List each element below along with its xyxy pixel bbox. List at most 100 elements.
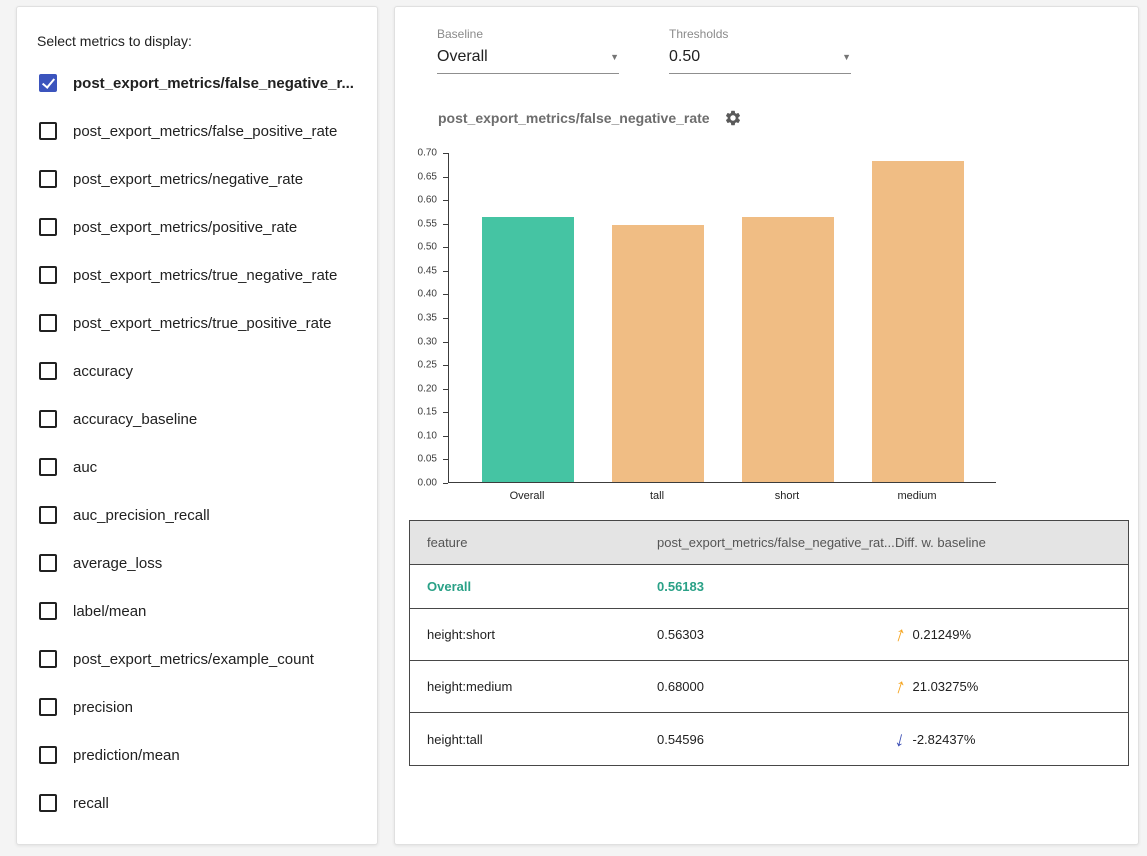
plot-area bbox=[448, 153, 996, 483]
table-row: Overall 0.56183 bbox=[410, 565, 1128, 609]
feature-cell: height:tall bbox=[410, 732, 657, 747]
y-tick-label: 0.00 bbox=[418, 478, 437, 489]
y-tick-label: 0.70 bbox=[418, 148, 437, 159]
y-tick-label: 0.05 bbox=[418, 454, 437, 465]
metric-list-item[interactable]: average_loss bbox=[33, 539, 361, 587]
y-tick-label: 0.45 bbox=[418, 265, 437, 276]
y-tick-label: 0.10 bbox=[418, 430, 437, 441]
metric-label: post_export_metrics/true_negative_rate bbox=[73, 267, 337, 284]
chart-title: post_export_metrics/false_negative_rate bbox=[438, 110, 710, 126]
metric-checkbox[interactable] bbox=[39, 218, 57, 236]
y-tick-label: 0.30 bbox=[418, 336, 437, 347]
metric-list-item[interactable]: post_export_metrics/false_negative_r... bbox=[33, 59, 361, 107]
table-row: height:medium 0.68000 ↑ 21.03275% bbox=[410, 661, 1128, 713]
metric-label: post_export_metrics/false_negative_r... bbox=[73, 75, 354, 92]
metric-list-item[interactable]: precision bbox=[33, 683, 361, 731]
metric-label: prediction/mean bbox=[73, 747, 180, 764]
metric-list-item[interactable]: prediction/mean bbox=[33, 731, 361, 779]
chevron-down-icon: ▼ bbox=[610, 52, 619, 62]
diff-value: 21.03275% bbox=[913, 679, 979, 694]
y-tick-label: 0.25 bbox=[418, 360, 437, 371]
metric-label: post_export_metrics/true_positive_rate bbox=[73, 315, 331, 332]
bar-chart: 0.000.050.100.150.200.250.300.350.400.45… bbox=[395, 153, 1035, 515]
baseline-select[interactable]: Baseline Overall ▼ bbox=[437, 27, 619, 74]
y-tick-label: 0.20 bbox=[418, 383, 437, 394]
metric-checkbox[interactable] bbox=[39, 698, 57, 716]
metric-checkbox[interactable] bbox=[39, 458, 57, 476]
gear-icon[interactable] bbox=[724, 109, 742, 127]
y-tick-label: 0.60 bbox=[418, 195, 437, 206]
metric-list-item[interactable]: label/mean bbox=[33, 587, 361, 635]
metric-checkbox[interactable] bbox=[39, 122, 57, 140]
table-row: height:short 0.56303 ↑ 0.21249% bbox=[410, 609, 1128, 661]
bar-short[interactable] bbox=[742, 217, 834, 482]
value-cell: 0.68000 bbox=[657, 679, 895, 694]
x-tick-label: Overall bbox=[510, 490, 545, 502]
metric-label: accuracy bbox=[73, 363, 133, 380]
baseline-select-label: Baseline bbox=[437, 27, 619, 41]
bar-medium[interactable] bbox=[872, 161, 964, 482]
x-tick-label: short bbox=[775, 490, 799, 502]
trend-up-icon: ↑ bbox=[892, 623, 908, 646]
metric-label: post_export_metrics/example_count bbox=[73, 651, 314, 668]
y-tick-label: 0.50 bbox=[418, 242, 437, 253]
metric-list-item[interactable]: accuracy_baseline bbox=[33, 395, 361, 443]
metric-label: post_export_metrics/negative_rate bbox=[73, 171, 303, 188]
metric-label: accuracy_baseline bbox=[73, 411, 197, 428]
table-header-row: feature post_export_metrics/false_negati… bbox=[410, 521, 1128, 565]
y-tick-label: 0.55 bbox=[418, 218, 437, 229]
metric-checkbox[interactable] bbox=[39, 794, 57, 812]
metrics-table: feature post_export_metrics/false_negati… bbox=[409, 520, 1129, 766]
metric-checkbox[interactable] bbox=[39, 554, 57, 572]
value-cell: 0.54596 bbox=[657, 732, 895, 747]
trend-up-icon: ↑ bbox=[892, 675, 908, 698]
results-panel: Baseline Overall ▼ Thresholds 0.50 ▼ pos… bbox=[394, 6, 1139, 845]
thresholds-select[interactable]: Thresholds 0.50 ▼ bbox=[669, 27, 851, 74]
metric-label: auc bbox=[73, 459, 97, 476]
metric-checkbox[interactable] bbox=[39, 362, 57, 380]
y-tick-label: 0.15 bbox=[418, 407, 437, 418]
metric-list-item[interactable]: accuracy bbox=[33, 347, 361, 395]
header-metric-value: post_export_metrics/false_negative_rat..… bbox=[657, 535, 895, 550]
table-body: Overall 0.56183 height:short 0.56303 ↑ 0… bbox=[410, 565, 1128, 765]
metric-checkbox[interactable] bbox=[39, 170, 57, 188]
diff-value: -2.82437% bbox=[913, 732, 976, 747]
metric-label: precision bbox=[73, 699, 133, 716]
x-axis-labels: Overalltallshortmedium bbox=[448, 490, 996, 506]
trend-down-icon: ↓ bbox=[893, 728, 908, 751]
metric-label: post_export_metrics/false_positive_rate bbox=[73, 123, 337, 140]
bar-tall[interactable] bbox=[612, 225, 704, 482]
metric-label: recall bbox=[73, 795, 109, 812]
metric-list-item[interactable]: post_export_metrics/example_count bbox=[33, 635, 361, 683]
metric-list-item[interactable]: auc_precision_recall bbox=[33, 491, 361, 539]
baseline-select-value: Overall bbox=[437, 48, 488, 66]
metric-select-title: Select metrics to display: bbox=[37, 33, 361, 49]
metric-list-item[interactable]: auc bbox=[33, 443, 361, 491]
metric-list-item[interactable]: post_export_metrics/negative_rate bbox=[33, 155, 361, 203]
metric-checkbox[interactable] bbox=[39, 410, 57, 428]
metric-list-item[interactable]: recall bbox=[33, 779, 361, 827]
chevron-down-icon: ▼ bbox=[842, 52, 851, 62]
metric-label: label/mean bbox=[73, 603, 146, 620]
metric-list-item[interactable]: post_export_metrics/true_positive_rate bbox=[33, 299, 361, 347]
feature-cell: height:short bbox=[410, 627, 657, 642]
metric-checkbox[interactable] bbox=[39, 314, 57, 332]
header-diff-baseline: Diff. w. baseline bbox=[895, 535, 1128, 550]
metric-checkbox[interactable] bbox=[39, 506, 57, 524]
table-row: height:tall 0.54596 ↓ -2.82437% bbox=[410, 713, 1128, 765]
metric-checkbox[interactable] bbox=[39, 74, 57, 92]
header-feature: feature bbox=[410, 535, 657, 550]
diff-value: 0.21249% bbox=[913, 627, 972, 642]
thresholds-select-value: 0.50 bbox=[669, 48, 700, 66]
metric-checkbox[interactable] bbox=[39, 266, 57, 284]
metric-list-item[interactable]: post_export_metrics/positive_rate bbox=[33, 203, 361, 251]
value-cell: 0.56183 bbox=[657, 579, 895, 594]
metric-list-item[interactable]: post_export_metrics/false_positive_rate bbox=[33, 107, 361, 155]
metric-checkbox[interactable] bbox=[39, 746, 57, 764]
metric-list-item[interactable]: post_export_metrics/true_negative_rate bbox=[33, 251, 361, 299]
metric-label: post_export_metrics/positive_rate bbox=[73, 219, 297, 236]
thresholds-select-label: Thresholds bbox=[669, 27, 851, 41]
metric-checkbox[interactable] bbox=[39, 650, 57, 668]
bar-Overall[interactable] bbox=[482, 217, 574, 482]
metric-checkbox[interactable] bbox=[39, 602, 57, 620]
